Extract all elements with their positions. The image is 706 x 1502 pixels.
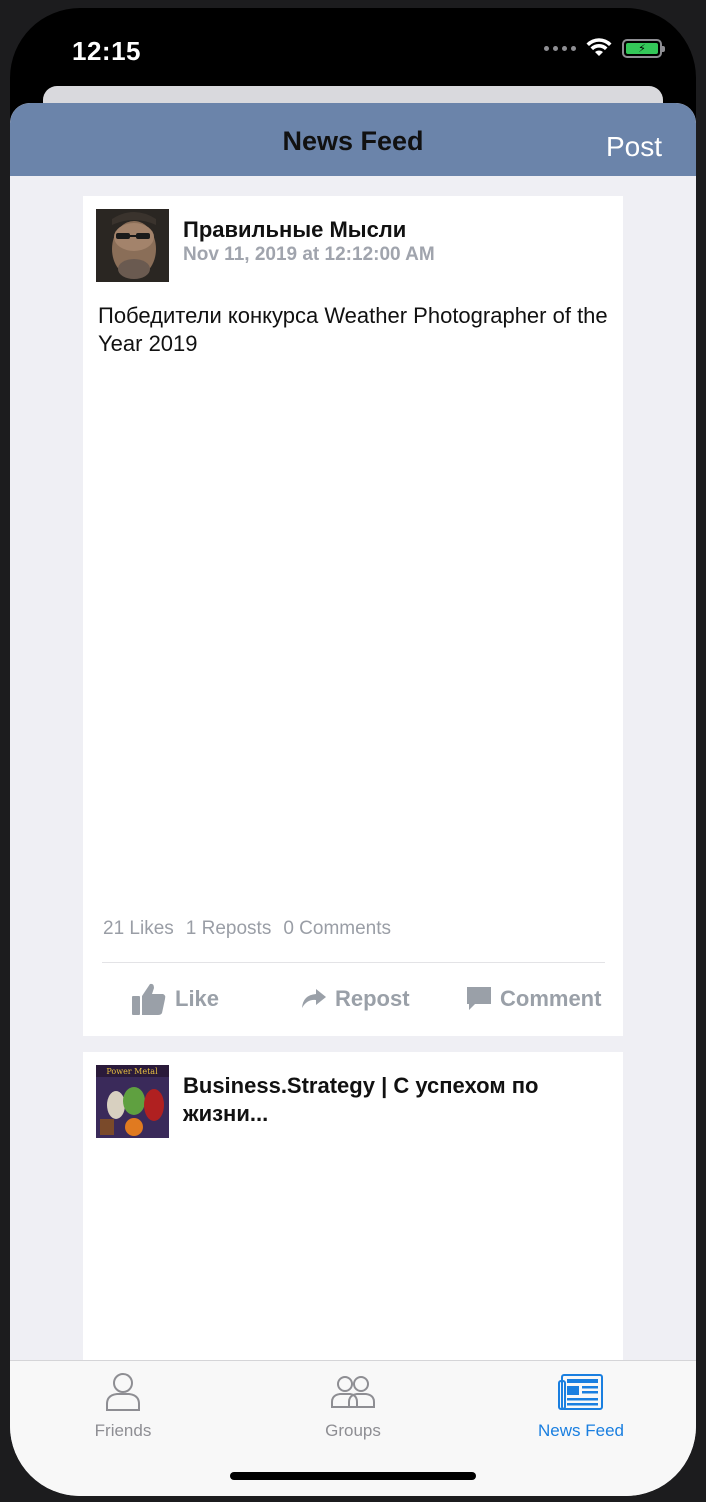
repost-label: Repost <box>335 986 410 1011</box>
author-avatar[interactable] <box>96 209 169 282</box>
comment-label: Comment <box>500 986 602 1011</box>
status-time: 12:15 <box>72 36 141 66</box>
person-icon <box>106 1373 140 1411</box>
post-date: Nov 11, 2019 at 12:12:00 AM <box>183 244 435 265</box>
tab-label: News Feed <box>538 1421 624 1440</box>
navigation-bar: News Feed Post <box>10 103 696 176</box>
avatar-logo-text: Power Metal <box>106 1067 158 1076</box>
post-text: Победители конкурса Weather Photographer… <box>98 303 608 356</box>
thumbs-up-icon <box>132 983 166 1015</box>
post-card: Правильные Мысли Nov 11, 2019 at 12:12:0… <box>83 196 623 1036</box>
speech-bubble-icon <box>467 987 491 1010</box>
post-button[interactable]: Post <box>606 131 662 163</box>
tab-groups[interactable]: Groups <box>278 1371 428 1441</box>
battery-icon: ⚡ <box>622 38 665 58</box>
signal-icon <box>544 45 576 51</box>
tab-label: Friends <box>94 1421 152 1440</box>
newspaper-icon <box>558 1374 603 1410</box>
tab-friends[interactable]: Friends <box>48 1371 198 1441</box>
wifi-icon <box>586 38 612 56</box>
post-actions: Like Repost Comment <box>83 976 623 1022</box>
like-button[interactable]: Like <box>131 982 219 1016</box>
like-label: Like <box>175 986 220 1011</box>
comment-button[interactable]: Comment <box>466 986 601 1012</box>
author-avatar[interactable]: Power Metal <box>96 1065 169 1138</box>
share-arrow-icon <box>302 989 326 1008</box>
group-icon <box>331 1376 375 1408</box>
likes-count: 21 Likes <box>103 918 174 939</box>
repost-button[interactable]: Repost <box>301 986 410 1012</box>
page-title: News Feed <box>282 126 424 156</box>
tab-label: Groups <box>325 1421 381 1440</box>
status-icons: ⚡ <box>544 38 665 58</box>
news-feed-sheet: News Feed Post Правильные Мысли Nov 11, … <box>10 103 696 1496</box>
post-author[interactable]: Правильные Мысли <box>183 216 563 244</box>
post-author[interactable]: Business.Strategy | С успехом по жизни..… <box>183 1072 543 1128</box>
reposts-count: 1 Reposts <box>185 918 272 939</box>
device-frame: 12:15 ⚡ News Feed Post Правильные Мысли … <box>10 8 696 1496</box>
comments-count: 0 Comments <box>283 918 392 939</box>
home-indicator[interactable] <box>230 1472 476 1480</box>
feed-list[interactable]: Правильные Мысли Nov 11, 2019 at 12:12:0… <box>83 196 623 1468</box>
notch <box>180 8 526 64</box>
post-counts: 21 Likes 1 Reposts 0 Comments <box>103 918 391 940</box>
tab-news-feed[interactable]: News Feed <box>506 1371 656 1441</box>
divider <box>102 962 605 963</box>
